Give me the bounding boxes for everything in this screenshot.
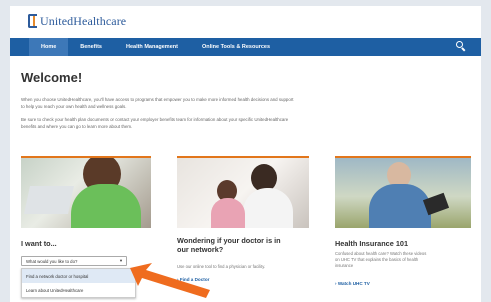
card-image-man-tablet (335, 156, 471, 228)
site-header: UnitedHealthcare (10, 6, 481, 36)
nav-item-health-management[interactable]: Health Management (114, 38, 190, 56)
page-title: Welcome! (21, 70, 83, 85)
card-image-doctor-child (177, 156, 309, 228)
site-logo[interactable]: UnitedHealthcare (40, 14, 126, 29)
what-to-do-select[interactable]: What would you like to do? ▾ (21, 256, 127, 266)
card-image-laptop-man (21, 156, 151, 228)
check-line: benefits and where you can go to learn m… (21, 124, 133, 129)
search-icon[interactable] (455, 41, 467, 53)
logo-icon (28, 14, 37, 28)
check-benefits-text: Be sure to check your health plan docume… (21, 116, 471, 130)
i-want-to-heading: I want to... (21, 239, 57, 248)
select-value: What would you like to do? (26, 258, 78, 264)
heading-line: our network? (177, 245, 224, 254)
nav-item-home[interactable]: Home (29, 38, 69, 56)
doctor-network-heading: Wondering if your doctor is in our netwo… (177, 236, 281, 254)
pointer-arrow-icon (130, 263, 210, 298)
health-insurance-101-heading: Health Insurance 101 (335, 239, 409, 248)
main-nav: Home Benefits Health Management Online T… (10, 38, 481, 56)
browser-frame: UnitedHealthcare Home Benefits Health Ma… (10, 6, 481, 302)
watch-uhc-tv-label: Watch UHC TV (337, 281, 370, 286)
health-insurance-101-text: Confused about health care? Watch these … (335, 251, 465, 269)
option-learn-about[interactable]: Learn about UnitedHealthcare (22, 283, 135, 297)
text-line: insurance (335, 263, 354, 268)
watch-uhc-tv-link[interactable]: › Watch UHC TV (335, 281, 370, 286)
nav-item-online-tools[interactable]: Online Tools & Resources (190, 38, 282, 56)
intro-line: to help you reach your own health and we… (21, 104, 127, 109)
check-line: Be sure to check your health plan docume… (21, 117, 289, 122)
chevron-down-icon: ▾ (119, 258, 122, 263)
intro-text: When you choose UnitedHealthcare, you'll… (21, 96, 471, 110)
chevron-right-icon: › (335, 281, 337, 286)
what-to-do-dropdown: Find a network doctor or hospital Learn … (21, 268, 136, 298)
heading-line: Wondering if your doctor is in (177, 236, 281, 245)
intro-line: When you choose UnitedHealthcare, you'll… (21, 97, 294, 102)
nav-item-benefits[interactable]: Benefits (68, 38, 114, 56)
option-find-doctor[interactable]: Find a network doctor or hospital (22, 269, 135, 283)
